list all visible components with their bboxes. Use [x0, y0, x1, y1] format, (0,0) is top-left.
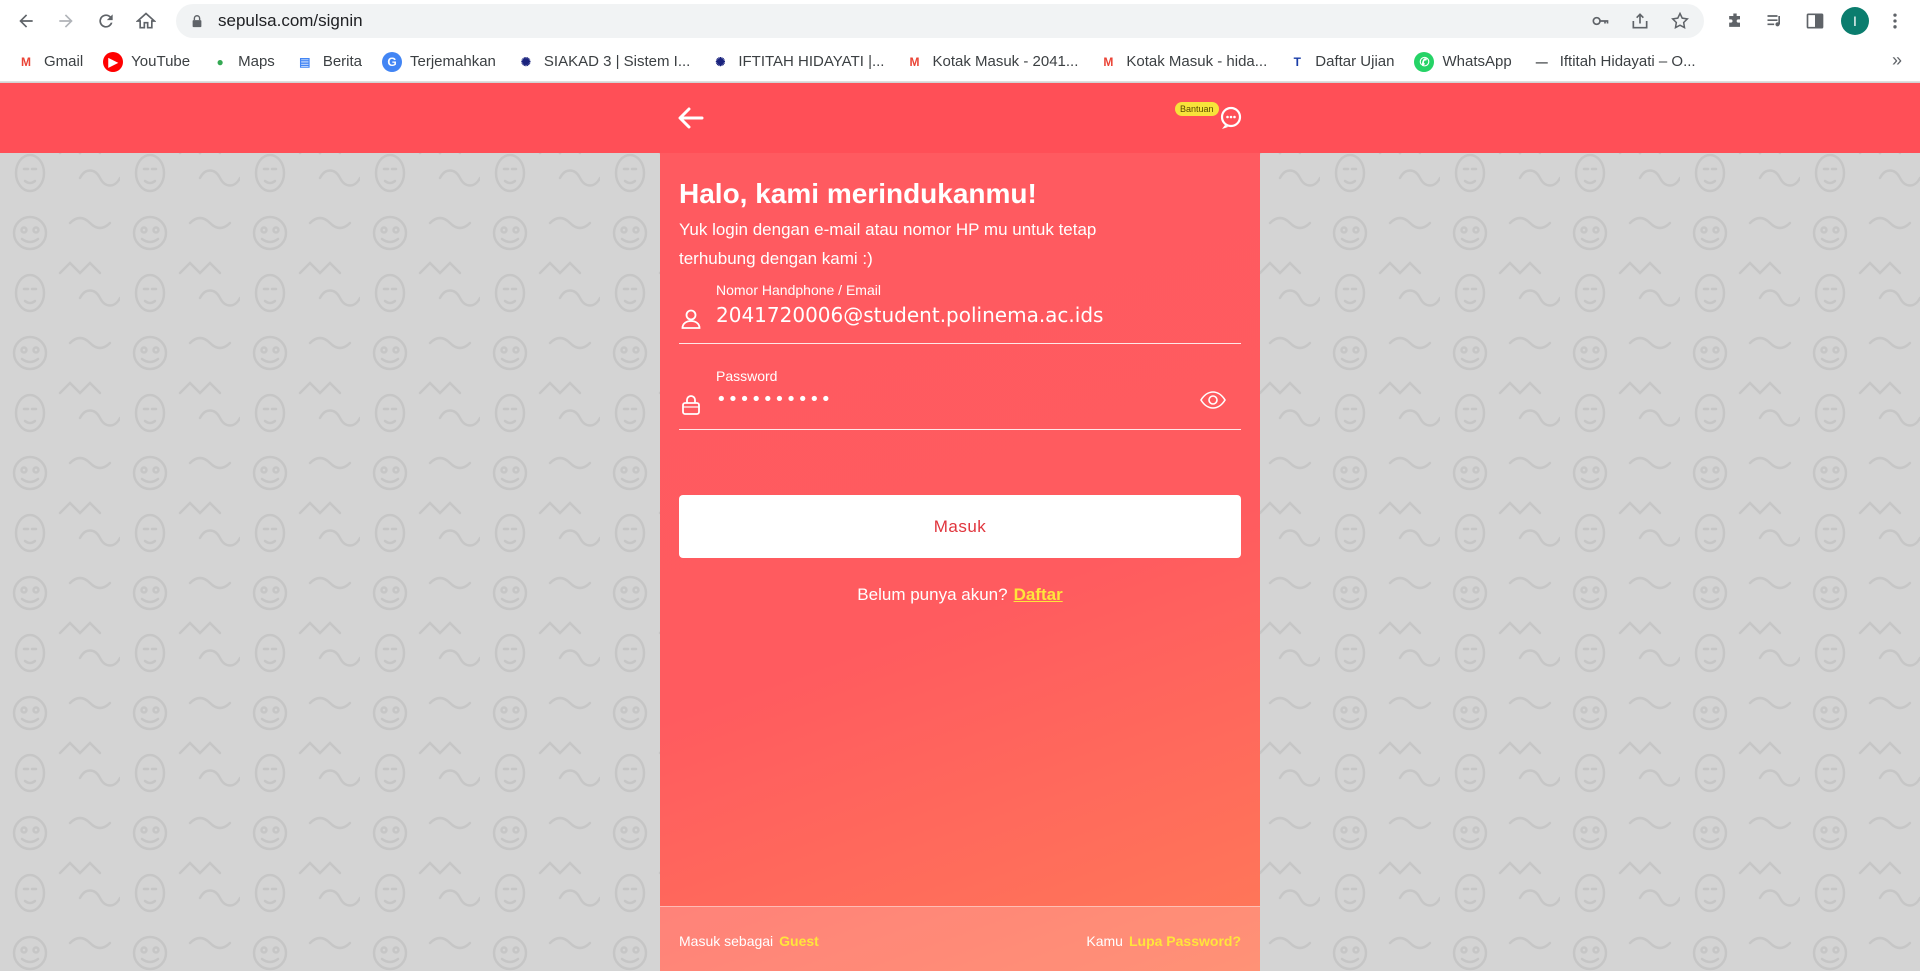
bookmark-item[interactable]: — Iftitah Hidayati – O...: [1532, 52, 1696, 72]
bookmark-label: Daftar Ujian: [1315, 53, 1395, 70]
whatsapp-icon: ✆: [1414, 51, 1435, 72]
star-icon[interactable]: [1668, 9, 1692, 33]
username-field[interactable]: Nomor Handphone / Email 2041720006@stude…: [679, 282, 1241, 344]
bookmark-label: Berita: [322, 53, 362, 70]
bookmark-item[interactable]: ✺ IFTITAH HIDAYATI |...: [710, 52, 884, 72]
gmail-icon: M: [1103, 54, 1114, 69]
page-viewport: Bantuan Halo, kami merindukanmu! Yuk log…: [0, 83, 1920, 971]
translate-icon: G: [382, 51, 402, 72]
forgot-prefix: Kamu: [1086, 933, 1123, 949]
page-title: Halo, kami merindukanmu!: [679, 178, 1037, 209]
username-input[interactable]: 2041720006@student.polinema.ac.ids: [716, 303, 1103, 327]
lock-icon: [682, 395, 700, 415]
bookmark-label: YouTube: [131, 53, 191, 70]
news-icon: ▤: [299, 54, 311, 69]
bookmark-item[interactable]: ✆ WhatsApp: [1414, 51, 1512, 72]
share-icon[interactable]: [1628, 9, 1652, 33]
back-button[interactable]: [6, 1, 46, 41]
forward-button[interactable]: [46, 1, 86, 41]
reload-icon: [99, 14, 113, 28]
gmail-icon: M: [909, 54, 920, 69]
password-field[interactable]: Password ••••••••••: [679, 368, 1241, 430]
back-arrow-icon[interactable]: [676, 103, 706, 133]
bookmark-item[interactable]: ✺ SIAKAD 3 | Sistem I...: [516, 52, 690, 72]
bookmark-item[interactable]: G Terjemahkan: [382, 51, 496, 72]
maps-icon: ●: [216, 54, 224, 69]
key-icon[interactable]: [1588, 9, 1612, 33]
menu-kebab-icon[interactable]: [1880, 6, 1910, 36]
siakad-icon: ✺: [715, 54, 726, 69]
app-header: Bantuan: [0, 83, 1920, 153]
bookmark-item[interactable]: M Kotak Masuk - 2041...: [904, 52, 1078, 72]
guest-prefix: Masuk sebagai: [679, 933, 774, 949]
user-icon: [681, 309, 701, 329]
home-button[interactable]: [126, 1, 166, 41]
register-link[interactable]: Daftar: [1014, 585, 1063, 604]
siakad-icon: ✺: [520, 54, 531, 69]
page-subtitle: Yuk login dengan e-mail atau nomor HP mu…: [679, 220, 1097, 268]
bookmarks-bar: M Gmail ▶ YouTube ● Maps ▤ Berita G Terjemahkan ✺ S…: [0, 42, 1920, 82]
bookmark-item[interactable]: ▤ Berita: [295, 52, 362, 72]
exam-icon: T: [1293, 54, 1301, 69]
gmail-icon: M: [21, 54, 31, 69]
guest-link[interactable]: Guest: [779, 933, 819, 949]
password-label: Password: [716, 368, 778, 384]
login-card: Halo, kami merindukanmu! Yuk login denga…: [660, 153, 1260, 971]
bookmark-item[interactable]: M Gmail: [16, 52, 83, 72]
bookmarks-overflow-button[interactable]: »: [1892, 50, 1902, 71]
login-button[interactable]: Masuk: [679, 495, 1241, 558]
bookmark-item[interactable]: ● Maps: [210, 52, 275, 72]
chat-support-icon: [1220, 106, 1242, 129]
password-input[interactable]: ••••••••••: [716, 389, 832, 410]
home-icon: [136, 12, 156, 29]
bookmark-label: IFTITAH HIDAYATI |...: [738, 53, 885, 70]
lock-icon: [190, 13, 206, 29]
youtube-icon: ▶: [103, 51, 124, 72]
bookmark-item[interactable]: ▶ YouTube: [103, 51, 191, 72]
bookmark-label: SIAKAD 3 | Sistem I...: [543, 53, 691, 70]
bookmark-label: Maps: [238, 53, 275, 70]
browser-toolbar: sepulsa.com/signin I: [0, 0, 1920, 42]
bookmark-label: Kotak Masuk - 2041...: [932, 53, 1079, 70]
register-prompt: Belum punya akun? Daftar: [660, 585, 1260, 605]
avatar: I: [1841, 7, 1869, 35]
reload-button[interactable]: [86, 1, 126, 41]
bookmark-label: Terjemahkan: [410, 53, 496, 70]
arrow-right-icon: [59, 14, 73, 28]
side-panel-icon[interactable]: [1800, 6, 1830, 36]
site-icon: —: [1535, 54, 1548, 69]
help-badge: Bantuan: [1175, 102, 1219, 116]
guest-login: Masuk sebagai Guest: [679, 933, 819, 949]
register-prompt-text: Belum punya akun?: [857, 585, 1008, 604]
arrow-left-icon: [19, 14, 33, 28]
forgot-password-link[interactable]: Lupa Password?: [1129, 933, 1241, 949]
bookmark-label: WhatsApp: [1442, 53, 1512, 70]
bookmark-label: Kotak Masuk - hida...: [1126, 53, 1268, 70]
forgot-password: Kamu Lupa Password?: [1086, 933, 1241, 949]
url-text[interactable]: sepulsa.com/signin: [218, 11, 363, 31]
bookmark-label: Gmail: [44, 53, 84, 70]
media-queue-icon[interactable]: [1760, 6, 1790, 36]
eye-icon[interactable]: [1199, 389, 1227, 411]
profile-avatar[interactable]: I: [1840, 6, 1870, 36]
bookmark-label: Iftitah Hidayati – O...: [1559, 53, 1696, 70]
bookmark-item[interactable]: T Daftar Ujian: [1287, 52, 1395, 72]
help-button[interactable]: Bantuan: [1175, 100, 1247, 136]
address-bar[interactable]: sepulsa.com/signin: [176, 4, 1704, 38]
extensions-icon[interactable]: [1720, 6, 1750, 36]
bookmark-item[interactable]: M Kotak Masuk - hida...: [1098, 52, 1267, 72]
card-footer: Masuk sebagai Guest Kamu Lupa Password?: [660, 906, 1260, 971]
username-label: Nomor Handphone / Email: [716, 282, 881, 298]
